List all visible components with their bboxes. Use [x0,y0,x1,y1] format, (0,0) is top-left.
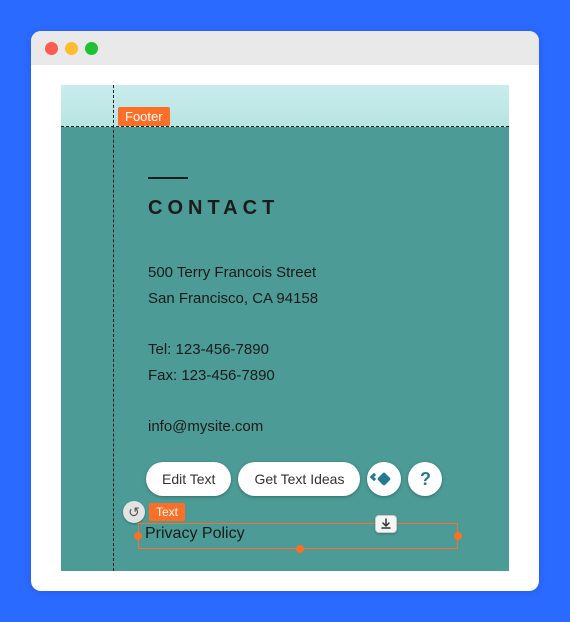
maximize-icon[interactable] [85,42,98,55]
heading-rule [148,177,188,179]
help-icon: ? [420,469,431,490]
guide-line [113,85,114,571]
close-icon[interactable] [45,42,58,55]
address-block: 500 Terry Francois Street San Francisco,… [148,260,318,311]
selection-box[interactable]: Privacy Policy [138,523,458,549]
reset-group: ↺ Text [123,501,185,523]
get-text-ideas-button[interactable]: Get Text Ideas [238,462,360,496]
footer-content: contact 500 Terry Francois Street San Fr… [148,177,318,466]
undo-icon: ↺ [128,504,140,521]
phone-block: Tel: 123-456-7890 Fax: 123-456-7890 [148,337,318,388]
fax-line: Fax: 123-456-7890 [148,363,318,389]
resize-handle-bottom[interactable] [296,545,304,553]
download-icon [380,518,392,530]
contact-heading: contact [148,197,318,220]
address-line-1: 500 Terry Francois Street [148,260,318,286]
minimize-icon[interactable] [65,42,78,55]
selected-text[interactable]: Privacy Policy [145,525,245,543]
help-button[interactable]: ? [408,462,442,496]
resize-handle-left[interactable] [134,532,142,540]
reset-button[interactable]: ↺ [123,501,145,523]
editor-canvas[interactable]: Footer contact 500 Terry Francois Street… [61,85,509,571]
edit-text-button[interactable]: Edit Text [146,462,231,496]
section-label-footer: Footer [118,107,170,126]
titlebar [31,31,539,65]
address-line-2: San Francisco, CA 94158 [148,286,318,312]
resize-handle-right[interactable] [454,532,462,540]
browser-window: Footer contact 500 Terry Francois Street… [31,31,539,591]
animation-button[interactable] [367,462,401,496]
tel-line: Tel: 123-456-7890 [148,337,318,363]
download-button[interactable] [375,515,397,533]
animation-icon [375,472,393,486]
text-toolbar: Edit Text Get Text Ideas ? [146,462,442,496]
email-line: info@mysite.com [148,414,318,440]
email-block: info@mysite.com [148,414,318,440]
element-label-text: Text [149,503,185,521]
